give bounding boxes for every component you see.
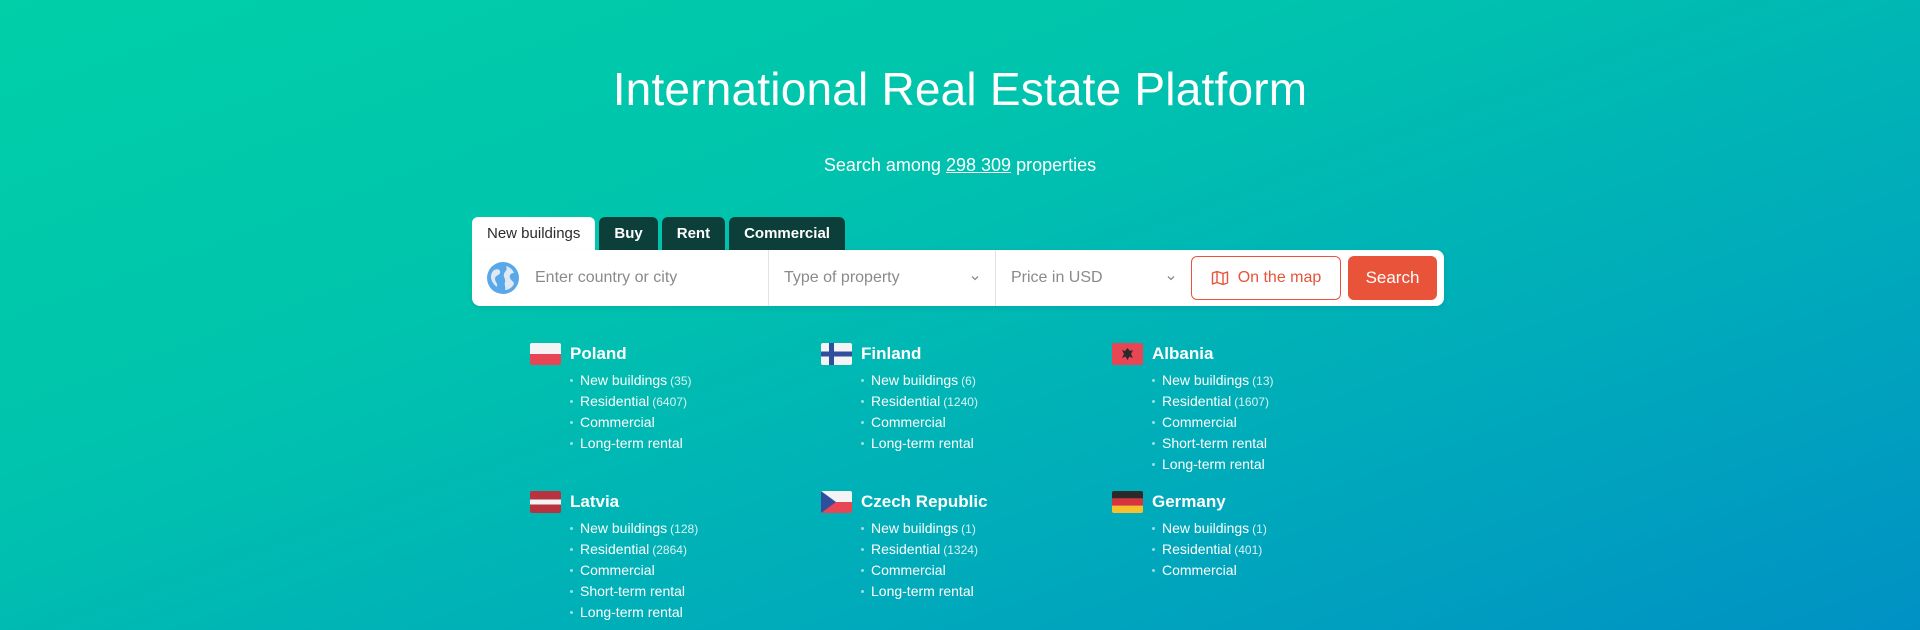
- country-albania: Albania New buildings (13) Residential (16…: [1112, 343, 1372, 475]
- country-name-link[interactable]: Finland: [861, 344, 921, 364]
- list-item[interactable]: Commercial: [570, 560, 790, 581]
- search-button[interactable]: Search: [1348, 256, 1437, 300]
- list-item[interactable]: Residential (1607): [1152, 391, 1372, 412]
- chevron-down-icon: [1167, 276, 1175, 281]
- tab-buy[interactable]: Buy: [599, 217, 658, 250]
- list-item[interactable]: Residential (2864): [570, 539, 790, 560]
- list-item[interactable]: New buildings (128): [570, 518, 790, 539]
- price-placeholder: Price in USD: [1011, 269, 1103, 286]
- list-item[interactable]: Long-term rental: [1152, 454, 1372, 475]
- on-the-map-button[interactable]: On the map: [1191, 256, 1341, 300]
- price-select[interactable]: Price in USD: [996, 250, 1191, 306]
- albania-flag-icon: [1112, 343, 1143, 365]
- property-count-link[interactable]: 298 309: [946, 155, 1011, 175]
- list-item[interactable]: Short-term rental: [1152, 433, 1372, 454]
- country-name-link[interactable]: Czech Republic: [861, 492, 988, 512]
- hero-subtitle: Search among 298 309 properties: [0, 155, 1920, 176]
- list-item[interactable]: New buildings (35): [570, 370, 790, 391]
- property-type-select[interactable]: Type of property: [769, 250, 996, 306]
- list-item[interactable]: Residential (1240): [861, 391, 1081, 412]
- list-item[interactable]: Long-term rental: [861, 433, 1081, 454]
- list-item[interactable]: Residential (1324): [861, 539, 1081, 560]
- globe-icon: [487, 262, 519, 294]
- list-item[interactable]: Commercial: [570, 412, 790, 433]
- list-item[interactable]: Long-term rental: [861, 581, 1081, 602]
- search-tabs: New buildings Buy Rent Commercial: [472, 217, 845, 250]
- list-item[interactable]: New buildings (1): [861, 518, 1081, 539]
- poland-flag-icon: [530, 343, 561, 365]
- page-title: International Real Estate Platform: [612, 63, 1308, 115]
- list-item[interactable]: Commercial: [1152, 560, 1372, 581]
- country-poland: Poland New buildings (35) Residential (640…: [530, 343, 790, 454]
- location-input[interactable]: [533, 268, 757, 288]
- list-item[interactable]: Short-term rental: [570, 581, 790, 602]
- property-type-placeholder: Type of property: [784, 269, 900, 286]
- country-finland: Finland New buildings (6) Residential (124…: [821, 343, 1081, 454]
- czech-flag-icon: [821, 491, 852, 513]
- list-item[interactable]: Commercial: [861, 412, 1081, 433]
- location-field: [472, 250, 769, 306]
- list-item[interactable]: Commercial: [1152, 412, 1372, 433]
- germany-flag-icon: [1112, 491, 1143, 513]
- list-item[interactable]: New buildings (6): [861, 370, 1081, 391]
- latvia-flag-icon: [530, 491, 561, 513]
- tab-new-buildings[interactable]: New buildings: [472, 217, 596, 250]
- subtitle-suffix: properties: [1016, 155, 1097, 175]
- tab-rent[interactable]: Rent: [661, 217, 726, 250]
- chevron-down-icon: [971, 276, 979, 281]
- country-name-link[interactable]: Poland: [570, 344, 627, 364]
- country-czech-republic: Czech Republic New buildings (1) Resident…: [821, 491, 1081, 602]
- subtitle-prefix: Search among: [823, 155, 941, 175]
- tab-commercial[interactable]: Commercial: [729, 217, 845, 250]
- country-name-link[interactable]: Latvia: [570, 492, 619, 512]
- finland-flag-icon: [821, 343, 852, 365]
- list-item[interactable]: New buildings (13): [1152, 370, 1372, 391]
- country-latvia: Latvia New buildings (128) Residential (28…: [530, 491, 790, 623]
- list-item[interactable]: Residential (401): [1152, 539, 1372, 560]
- country-name-link[interactable]: Germany: [1152, 492, 1226, 512]
- list-item[interactable]: Long-term rental: [570, 602, 790, 623]
- list-item[interactable]: Long-term rental: [570, 433, 790, 454]
- list-item[interactable]: Commercial: [861, 560, 1081, 581]
- map-icon: [1211, 270, 1228, 286]
- country-germany: Germany New buildings (1) Residential (401…: [1112, 491, 1372, 581]
- on-the-map-label: On the map: [1237, 269, 1322, 286]
- search-bar: Type of property Price in USD On the map…: [472, 250, 1444, 306]
- list-item[interactable]: Residential (6407): [570, 391, 790, 412]
- list-item[interactable]: New buildings (1): [1152, 518, 1372, 539]
- country-name-link[interactable]: Albania: [1152, 344, 1213, 364]
